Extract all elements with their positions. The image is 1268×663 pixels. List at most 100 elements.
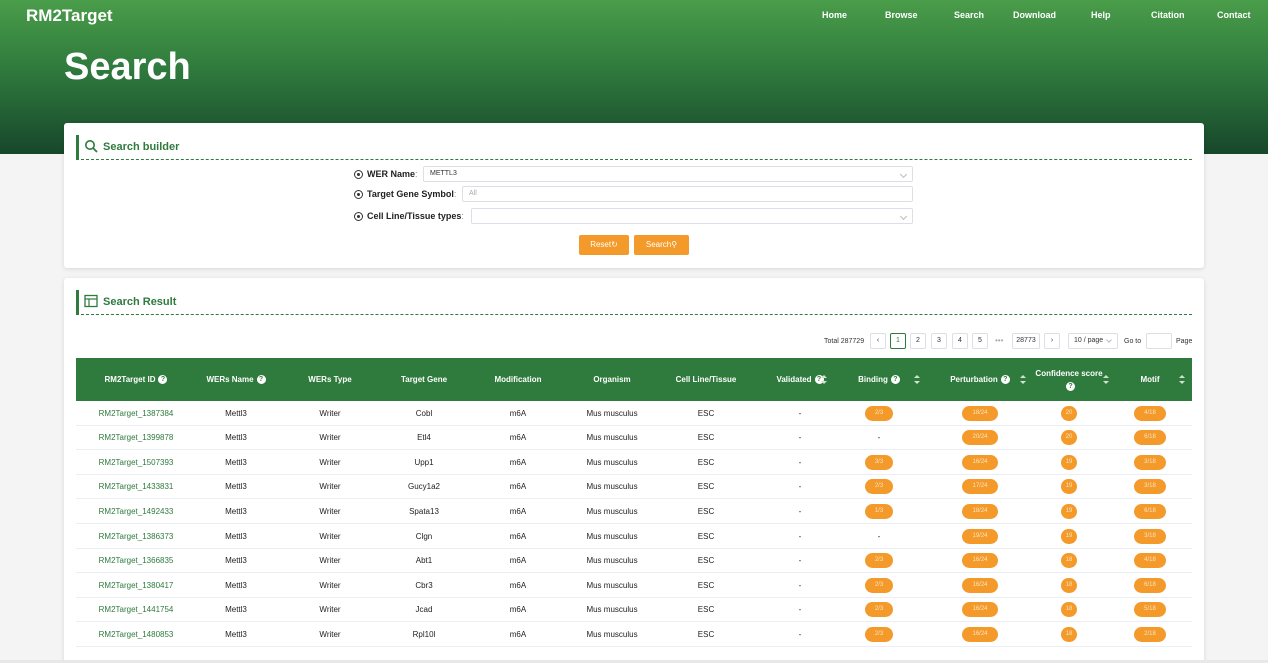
page-button-4[interactable]: 4 xyxy=(952,333,968,349)
col-header-organism[interactable]: Organism xyxy=(572,358,652,401)
score-badge[interactable]: 5/18 xyxy=(1134,602,1166,618)
col-header-target-gene[interactable]: Target Gene xyxy=(384,358,464,401)
nav-help[interactable]: Help xyxy=(1091,10,1111,20)
score-badge[interactable]: 2/18 xyxy=(1134,626,1166,642)
cell-id[interactable]: RM2Target_1399878 xyxy=(76,426,196,450)
goto-page-input[interactable] xyxy=(1146,333,1172,349)
cell-id[interactable]: RM2Target_1387384 xyxy=(76,401,196,425)
score-badge[interactable]: 20 xyxy=(1061,430,1077,446)
cell-id[interactable]: RM2Target_1441754 xyxy=(76,598,196,622)
score-badge[interactable]: 18/24 xyxy=(962,503,998,519)
sort-icon[interactable] xyxy=(1103,375,1109,385)
nav-download[interactable]: Download xyxy=(1013,10,1056,20)
col-header-wers-name[interactable]: WERs Name? xyxy=(196,358,276,401)
help-icon[interactable]: ? xyxy=(158,375,168,384)
score-badge[interactable]: 16/24 xyxy=(962,553,998,569)
score-badge[interactable]: 2/3 xyxy=(865,626,893,642)
score-badge[interactable]: 19 xyxy=(1061,503,1077,519)
score-badge[interactable]: 2/3 xyxy=(865,553,893,569)
col-header-motif[interactable]: Motif xyxy=(1116,358,1184,401)
score-badge[interactable]: 16/24 xyxy=(962,602,998,618)
cell-line-select[interactable] xyxy=(471,208,913,224)
nav-home[interactable]: Home xyxy=(822,10,847,20)
more-pages-icon[interactable]: ••• xyxy=(995,336,1003,345)
target-icon xyxy=(354,212,363,221)
sort-icon[interactable] xyxy=(914,375,920,385)
target-gene-input[interactable]: All xyxy=(462,186,913,202)
score-badge[interactable]: 19 xyxy=(1061,528,1077,544)
score-badge[interactable]: 17/24 xyxy=(962,479,998,495)
nav-search[interactable]: Search xyxy=(954,10,984,20)
nav-browse[interactable]: Browse xyxy=(885,10,918,20)
score-badge[interactable]: 20 xyxy=(1061,405,1077,421)
score-badge[interactable]: 3/18 xyxy=(1134,454,1166,470)
help-icon[interactable]: ? xyxy=(1000,375,1010,384)
score-badge[interactable]: 19/24 xyxy=(962,528,998,544)
col-header-validated[interactable]: Validated? xyxy=(760,358,840,401)
cell-id[interactable]: RM2Target_1480853 xyxy=(76,622,196,646)
col-header-modification[interactable]: Modification xyxy=(464,358,572,401)
cell-cell-line: ESC xyxy=(697,629,715,639)
page-size-select[interactable]: 10 / page xyxy=(1068,333,1118,349)
last-page-button[interactable]: 28773 xyxy=(1012,333,1040,349)
score-badge[interactable]: 2/3 xyxy=(865,577,893,593)
score-badge[interactable]: 3/3 xyxy=(865,454,893,470)
help-icon[interactable]: ? xyxy=(1066,381,1075,391)
score-badge[interactable]: 16/24 xyxy=(962,626,998,642)
reset-button[interactable]: Reset↻ xyxy=(579,235,629,255)
prev-page-button[interactable]: ‹ xyxy=(870,333,886,349)
score-badge[interactable]: 16/24 xyxy=(962,577,998,593)
table-row: RM2Target_1441754 Mettl3 Writer Jcad m6A Mus … xyxy=(76,598,1192,623)
next-page-button[interactable]: › xyxy=(1044,333,1060,349)
score-badge[interactable]: 6/18 xyxy=(1134,430,1166,446)
score-badge[interactable]: 2/3 xyxy=(865,479,893,495)
score-badge[interactable]: 18 xyxy=(1061,626,1077,642)
nav-contact[interactable]: Contact xyxy=(1217,10,1251,20)
sort-icon[interactable] xyxy=(1020,375,1026,385)
cell-id[interactable]: RM2Target_1492433 xyxy=(76,499,196,523)
score-badge[interactable]: 4/18 xyxy=(1134,553,1166,569)
page-button-3[interactable]: 3 xyxy=(931,333,947,349)
page-button-5[interactable]: 5 xyxy=(972,333,988,349)
cell-id[interactable]: RM2Target_1386373 xyxy=(76,524,196,548)
score-badge[interactable]: 4/18 xyxy=(1134,405,1166,421)
cell-cell-line: ESC xyxy=(697,580,715,590)
score-badge[interactable]: 18/24 xyxy=(962,405,998,421)
sort-icon[interactable] xyxy=(821,375,827,385)
score-badge[interactable]: 6/18 xyxy=(1134,503,1166,519)
cell-line-row: Cell Line/Tissue types: xyxy=(354,208,914,226)
help-icon[interactable]: ? xyxy=(890,375,900,384)
col-header-binding[interactable]: Binding? xyxy=(840,358,918,401)
score-badge[interactable]: 19 xyxy=(1061,479,1077,495)
score-badge[interactable]: 20/24 xyxy=(962,430,998,446)
search-button[interactable]: Search⚲ xyxy=(634,235,689,255)
score-badge[interactable]: 2/3 xyxy=(865,405,893,421)
score-badge[interactable]: 6/18 xyxy=(1134,577,1166,593)
col-header-id[interactable]: RM2Target ID? xyxy=(76,358,196,401)
score-badge[interactable]: 2/3 xyxy=(865,602,893,618)
col-header-wers-type[interactable]: WERs Type xyxy=(276,358,384,401)
score-badge[interactable]: 18 xyxy=(1061,577,1077,593)
score-badge[interactable]: 18 xyxy=(1061,602,1077,618)
nav-citation[interactable]: Citation xyxy=(1151,10,1185,20)
cell-id[interactable]: RM2Target_1507393 xyxy=(76,450,196,474)
score-badge[interactable]: 19 xyxy=(1061,454,1077,470)
cell-id[interactable]: RM2Target_1380417 xyxy=(76,573,196,597)
score-badge[interactable]: 18 xyxy=(1061,553,1077,569)
sort-icon[interactable] xyxy=(1179,375,1185,385)
cell-wers-type: Writer xyxy=(319,531,341,541)
page-button-2[interactable]: 2 xyxy=(910,333,926,349)
score-badge[interactable]: 3/18 xyxy=(1134,528,1166,544)
cell-motif: 3/18 xyxy=(1116,450,1184,474)
page-button-1[interactable]: 1 xyxy=(890,333,906,349)
col-header-perturbation[interactable]: Perturbation? xyxy=(926,358,1034,401)
score-badge[interactable]: 16/24 xyxy=(962,454,998,470)
help-icon[interactable]: ? xyxy=(256,375,266,384)
score-badge[interactable]: 3/18 xyxy=(1134,479,1166,495)
score-badge[interactable]: 1/3 xyxy=(865,503,893,519)
cell-id[interactable]: RM2Target_1433831 xyxy=(76,475,196,499)
col-header-confidence[interactable]: Confidence score? xyxy=(1034,358,1104,401)
col-header-cell-line[interactable]: Cell Line/Tissue xyxy=(652,358,760,401)
cell-id[interactable]: RM2Target_1366835 xyxy=(76,549,196,573)
wer-name-select[interactable]: METTL3 xyxy=(423,166,913,182)
